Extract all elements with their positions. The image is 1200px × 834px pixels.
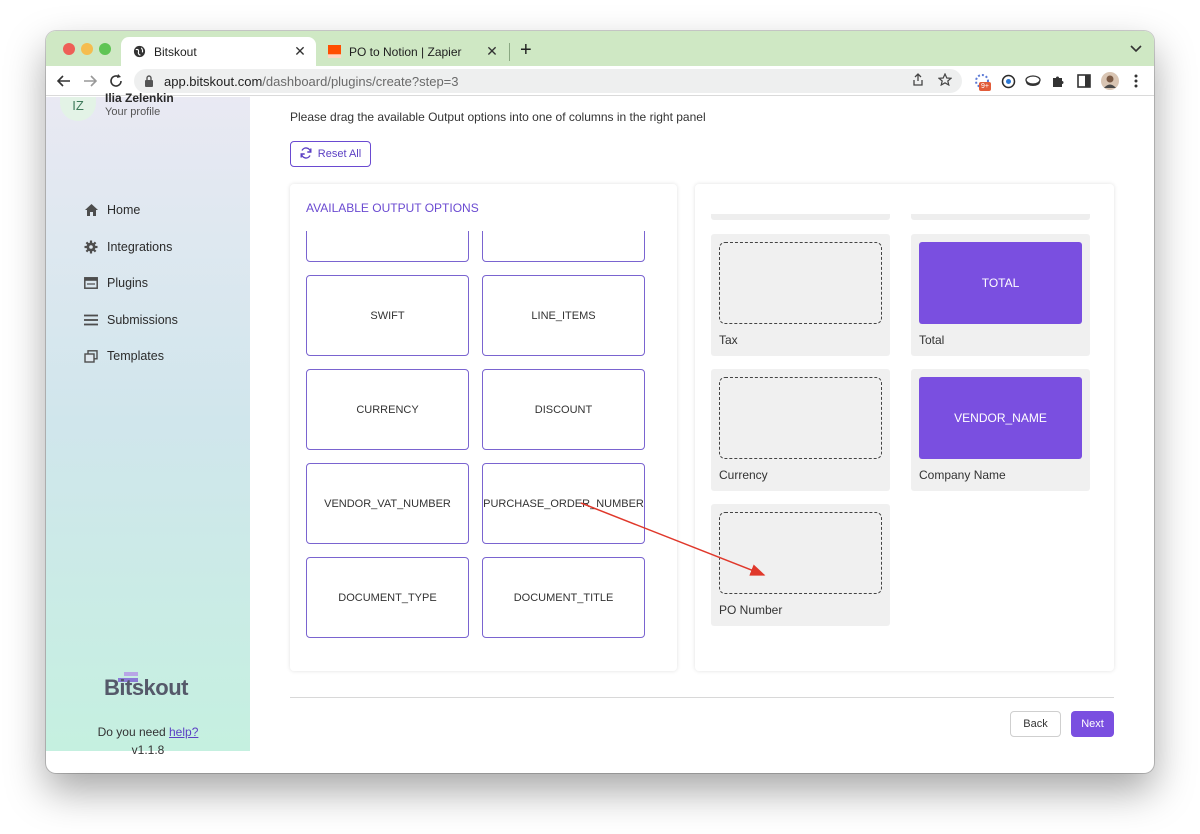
app-sidebar: IZ Ilia Zelenkin Your profile Home Integ… bbox=[46, 91, 250, 757]
new-tab-icon[interactable]: + bbox=[520, 40, 532, 60]
url-path: /dashboard/plugins/create?step=3 bbox=[262, 73, 459, 89]
footer-divider bbox=[290, 697, 1114, 698]
sidebar-item-label: Integrations bbox=[107, 240, 173, 254]
close-tab-icon[interactable]: ✕ bbox=[292, 43, 308, 60]
close-tab-icon[interactable]: ✕ bbox=[484, 43, 500, 60]
scroll-mask bbox=[298, 223, 658, 231]
reset-all-button[interactable]: Reset All bbox=[290, 141, 371, 167]
share-icon[interactable] bbox=[912, 73, 924, 89]
url-host: app.bitskout.com bbox=[164, 73, 263, 89]
gear-icon bbox=[83, 239, 99, 255]
option-card[interactable]: VENDOR_VAT_NUMBER bbox=[306, 463, 469, 544]
browser-window: Bitskout ✕ PO to Notion | Zapier ✕ + app… bbox=[46, 31, 1154, 773]
column-slot-tax[interactable]: Tax bbox=[711, 234, 890, 356]
tab-bar: Bitskout ✕ PO to Notion | Zapier ✕ + bbox=[46, 31, 1154, 66]
close-window-button[interactable] bbox=[63, 43, 75, 55]
column-slot-total[interactable]: TOTAL Total bbox=[911, 234, 1090, 356]
app-version: v1.1.8 bbox=[131, 743, 165, 757]
more-menu-icon[interactable] bbox=[1126, 71, 1146, 91]
globe-icon bbox=[132, 45, 146, 59]
tab-title: Bitskout bbox=[154, 44, 197, 59]
drop-zone[interactable] bbox=[719, 242, 882, 324]
output-columns-panel: Tax TOTAL Total Currency VENDOR_NAME Com… bbox=[695, 184, 1114, 671]
sidebar-item-plugins[interactable]: Plugins bbox=[83, 272, 148, 294]
tab-separator bbox=[509, 43, 510, 61]
disk-extension-icon[interactable] bbox=[1023, 71, 1043, 91]
option-card[interactable]: SWIFT bbox=[306, 275, 469, 356]
assigned-option[interactable]: VENDOR_NAME bbox=[919, 377, 1082, 459]
sidebar-item-integrations[interactable]: Integrations bbox=[83, 236, 172, 258]
forward-arrow-icon[interactable] bbox=[80, 71, 100, 91]
sidebar-toggle-icon[interactable] bbox=[1074, 71, 1094, 91]
browser-toolbar: app.bitskout.com/dashboard/plugins/creat… bbox=[46, 66, 1154, 96]
column-label: Currency bbox=[719, 468, 768, 482]
back-button[interactable]: Back bbox=[1010, 711, 1061, 737]
puzzle-extensions-icon[interactable] bbox=[1048, 71, 1068, 91]
back-arrow-icon[interactable] bbox=[54, 71, 74, 91]
tab-bitskout[interactable]: Bitskout ✕ bbox=[121, 37, 316, 66]
help-prefix: Do you need bbox=[97, 725, 169, 739]
sidebar-item-submissions[interactable]: Submissions bbox=[83, 309, 178, 331]
reload-icon[interactable] bbox=[106, 71, 126, 91]
address-bar[interactable]: app.bitskout.com/dashboard/plugins/creat… bbox=[134, 69, 962, 93]
list-icon bbox=[83, 312, 99, 328]
column-slot-partial bbox=[911, 214, 1090, 220]
help-text: Do you need help? bbox=[46, 725, 250, 739]
profile-link[interactable]: Your profile bbox=[105, 106, 160, 118]
lock-icon bbox=[144, 75, 158, 87]
column-slot-currency[interactable]: Currency bbox=[711, 369, 890, 491]
assigned-option[interactable]: TOTAL bbox=[919, 242, 1082, 324]
extension-badge: 9+ bbox=[979, 82, 991, 91]
column-slot-partial bbox=[711, 214, 890, 220]
column-slot-company-name[interactable]: VENDOR_NAME Company Name bbox=[911, 369, 1090, 491]
option-card[interactable]: DOCUMENT_TYPE bbox=[306, 557, 469, 638]
minimize-window-button[interactable] bbox=[81, 43, 93, 55]
zapier-icon bbox=[327, 45, 341, 59]
sidebar-item-label: Home bbox=[107, 203, 141, 217]
next-button[interactable]: Next bbox=[1071, 711, 1114, 737]
home-icon bbox=[83, 202, 99, 218]
bookmark-star-icon[interactable] bbox=[937, 72, 953, 89]
grammar-extension-icon[interactable] bbox=[998, 71, 1018, 91]
drop-zone[interactable] bbox=[719, 512, 882, 594]
option-card[interactable]: DOCUMENT_TITLE bbox=[482, 557, 645, 638]
bitskout-logo: Bitskout bbox=[104, 675, 189, 700]
option-card[interactable]: LINE_ITEMS bbox=[482, 275, 645, 356]
templates-icon bbox=[83, 348, 99, 364]
sidebar-item-home[interactable]: Home bbox=[83, 199, 140, 221]
profile-name[interactable]: Ilia Zelenkin bbox=[105, 91, 174, 105]
refresh-icon bbox=[300, 146, 312, 162]
available-options-title: AVAILABLE OUTPUT OPTIONS bbox=[306, 201, 479, 215]
available-options-panel: AVAILABLE OUTPUT OPTIONS SWIFT LINE_ITEM… bbox=[290, 184, 677, 671]
option-card[interactable]: PURCHASE_ORDER_NUMBER bbox=[482, 463, 645, 544]
column-label: Company Name bbox=[919, 468, 1006, 482]
column-label: Tax bbox=[719, 333, 738, 347]
tab-title: PO to Notion | Zapier bbox=[349, 44, 462, 59]
column-label: PO Number bbox=[719, 603, 783, 617]
column-slot-po-number[interactable]: PO Number bbox=[711, 504, 890, 626]
column-label: Total bbox=[919, 333, 945, 347]
sidebar-item-label: Templates bbox=[107, 349, 164, 363]
reset-all-label: Reset All bbox=[317, 148, 362, 160]
instruction-text: Please drag the available Output options… bbox=[290, 110, 706, 124]
omnibox-actions bbox=[912, 72, 953, 89]
option-card[interactable]: CURRENCY bbox=[306, 369, 469, 450]
plugin-icon bbox=[83, 275, 99, 291]
sidebar-item-label: Plugins bbox=[107, 276, 148, 290]
tab-zapier[interactable]: PO to Notion | Zapier ✕ bbox=[316, 37, 508, 66]
maximize-window-button[interactable] bbox=[99, 43, 111, 55]
option-card[interactable]: DISCOUNT bbox=[482, 369, 645, 450]
drop-zone[interactable] bbox=[719, 377, 882, 459]
sidebar-item-templates[interactable]: Templates bbox=[83, 345, 164, 367]
help-link[interactable]: help? bbox=[169, 725, 198, 739]
profile-avatar[interactable]: IZ bbox=[60, 97, 96, 121]
user-avatar-icon[interactable] bbox=[1100, 71, 1120, 91]
sidebar-item-label: Submissions bbox=[107, 313, 178, 327]
chevron-down-icon[interactable] bbox=[1130, 42, 1142, 56]
